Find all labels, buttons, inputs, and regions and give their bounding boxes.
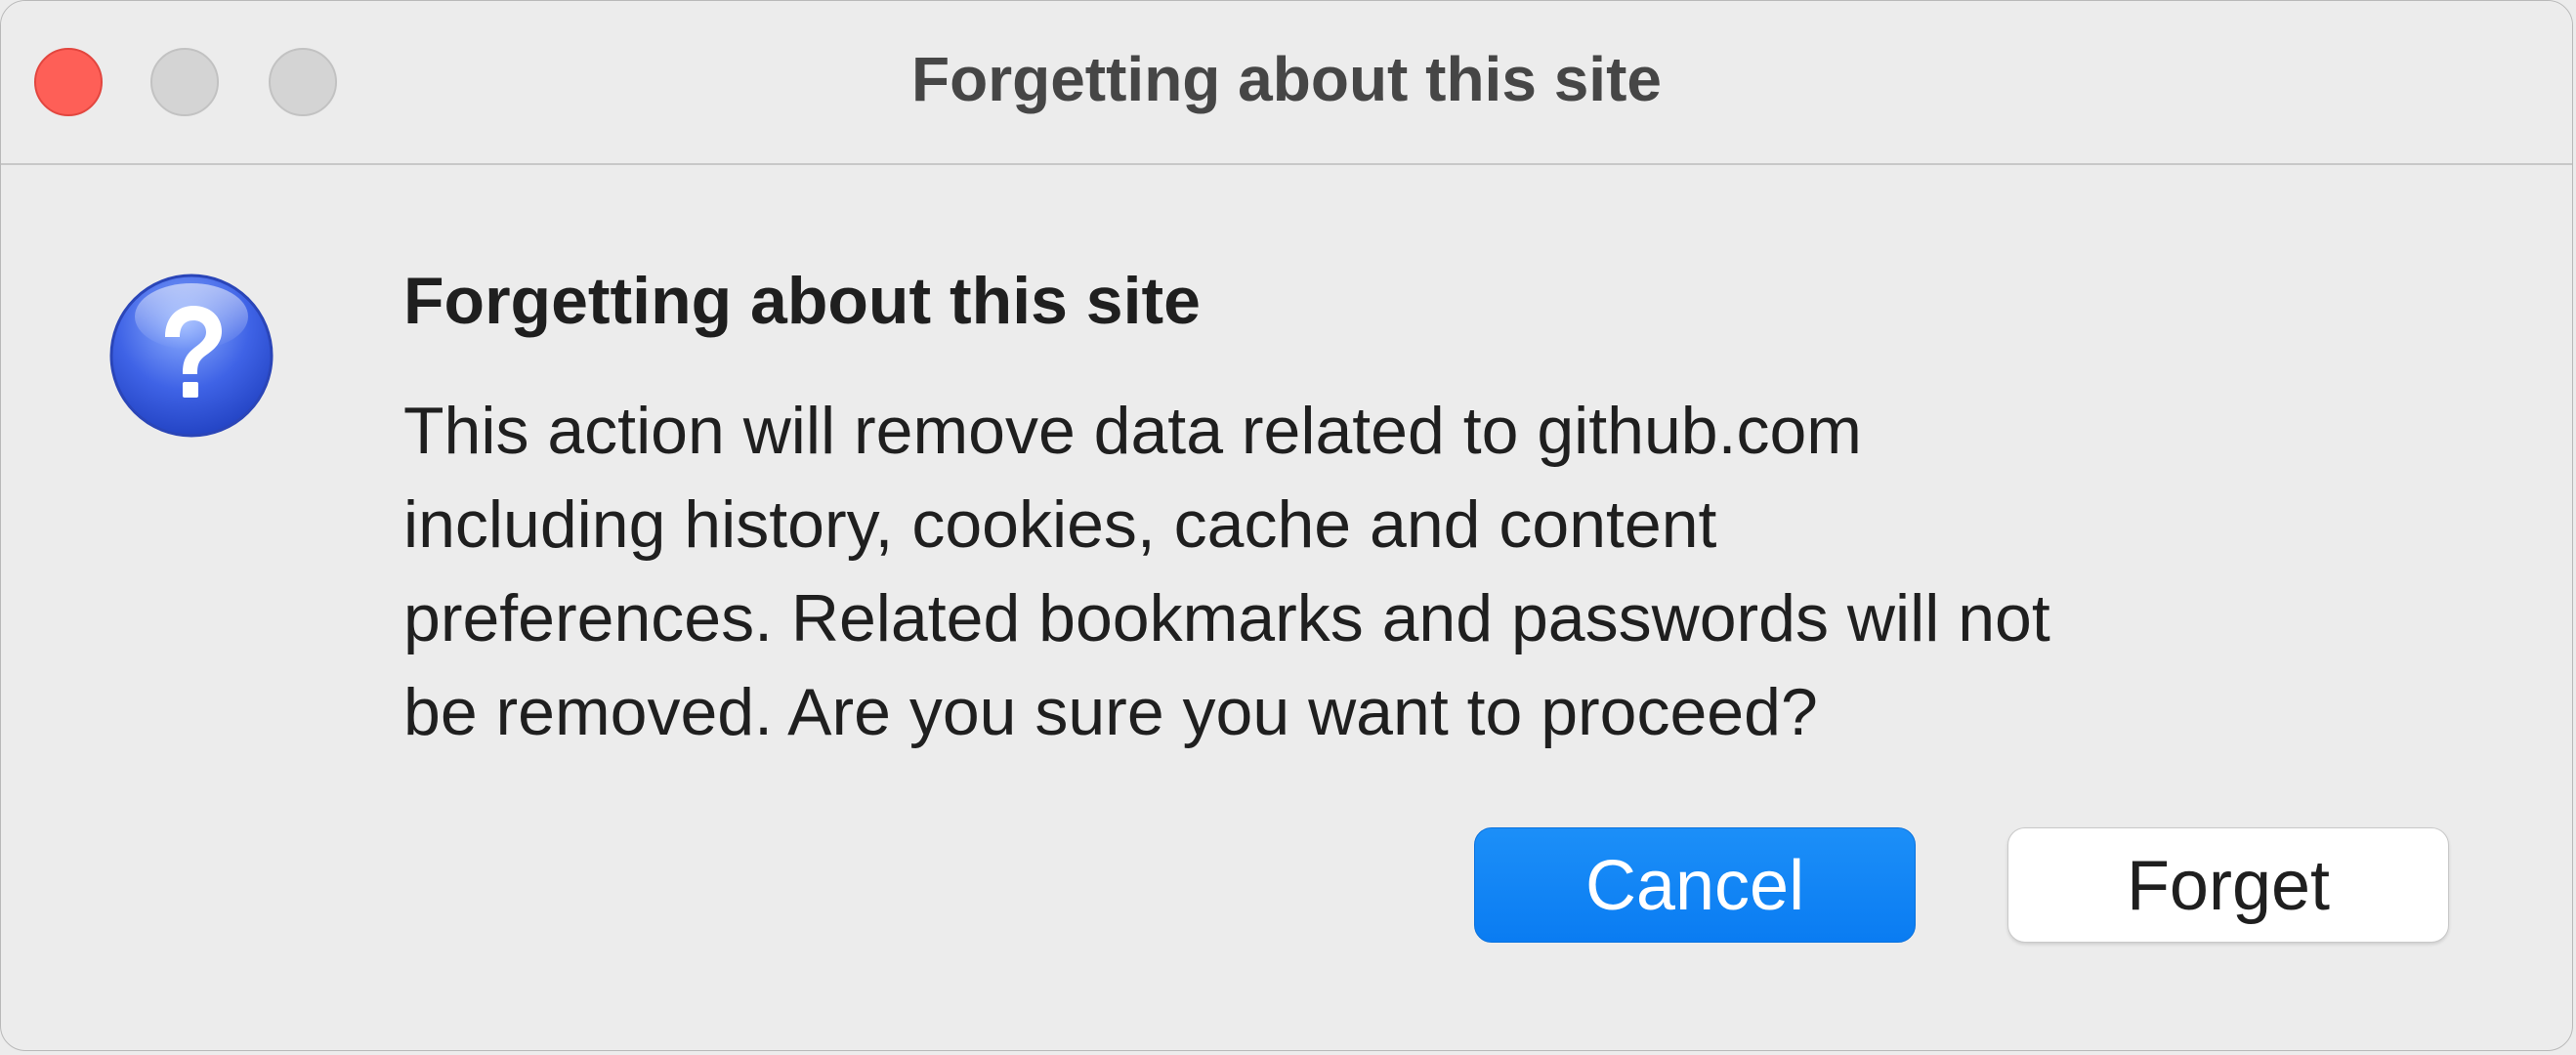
message-line: This action will remove data related to … [403, 394, 1862, 468]
forget-button[interactable]: Forget [2007, 827, 2449, 943]
title-bar[interactable]: Forgetting about this site [1, 1, 2572, 165]
message-line: including history, cookies, cache and co… [403, 487, 1717, 562]
question-mark-icon [109, 274, 274, 438]
message-line: be removed. Are you sure you want to pro… [403, 675, 1818, 749]
message-line: preferences. Related bookmarks and passw… [403, 581, 2050, 655]
cancel-button[interactable]: Cancel [1474, 827, 1916, 943]
dialog-window: Forgetting about this site Forgetting ab… [0, 0, 2573, 1051]
dialog-heading: Forgetting about this site [403, 264, 1201, 338]
dialog-message: This action will remove data related to … [403, 384, 2455, 759]
window-title: Forgetting about this site [911, 44, 1662, 114]
